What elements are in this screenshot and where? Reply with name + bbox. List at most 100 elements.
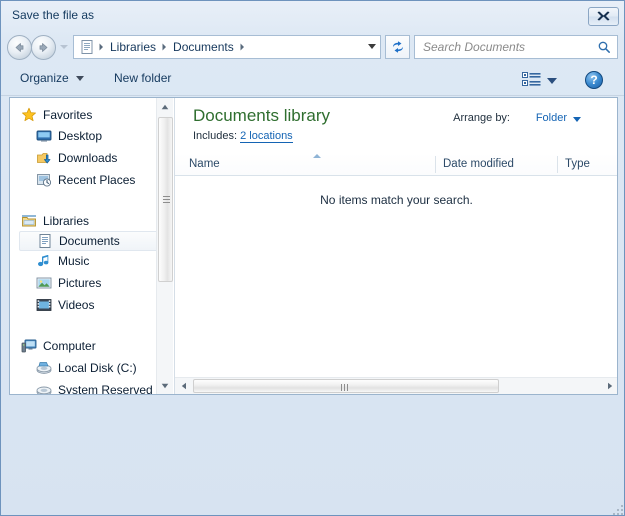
resize-grip[interactable] [611, 503, 623, 515]
caret-up-icon [161, 104, 169, 109]
sidebar-item-label: Pictures [58, 276, 102, 290]
sidebar-group-label: Computer [43, 339, 96, 353]
sidebar-item-label: Recent Places [58, 173, 136, 187]
sort-ascending-icon [313, 154, 321, 158]
libraries-icon [22, 215, 36, 227]
harddisk-icon [36, 386, 52, 394]
breadcrumb-separator [158, 43, 171, 51]
change-view-icon[interactable] [522, 72, 541, 88]
scrollbar-thumb[interactable] [193, 379, 499, 393]
desktop-icon [36, 130, 52, 142]
sidebar-item-pictures[interactable]: Pictures [36, 275, 101, 291]
column-header-type[interactable]: Type [565, 158, 590, 170]
scrollbar-grip-icon [163, 196, 170, 203]
chevron-right-icon [99, 43, 103, 51]
arrange-by-label: Arrange by: [453, 112, 510, 124]
back-arrow-icon [15, 43, 24, 52]
sidebar-item-label: Music [58, 254, 90, 268]
window-title: Save the file as [12, 8, 95, 22]
help-button[interactable]: ? [585, 71, 603, 89]
scroll-down-button[interactable] [157, 377, 173, 394]
scroll-left-button[interactable] [175, 378, 192, 394]
breadcrumb-item-libraries[interactable]: Libraries [108, 40, 158, 54]
sidebar-item-music[interactable]: Music [36, 253, 89, 269]
breadcrumb-item-documents[interactable]: Documents [171, 40, 236, 54]
sidebar-item-downloads[interactable]: Downloads [36, 150, 117, 166]
back-button[interactable] [7, 35, 32, 60]
sidebar-item-videos[interactable]: Videos [36, 297, 94, 313]
library-title: Documents library [193, 106, 330, 125]
search-input-placeholder: Search Documents [423, 40, 526, 54]
arrange-by-chevron-down-icon[interactable] [573, 117, 581, 122]
harddisk-icon [36, 362, 52, 374]
computer-icon [21, 339, 37, 353]
new-folder-button[interactable]: New folder [114, 71, 171, 85]
arrange-by-value[interactable]: Folder [536, 112, 567, 124]
locations-link[interactable]: 2 locations [240, 130, 293, 143]
sidebar-item-label: Documents [59, 234, 120, 248]
empty-list-message: No items match your search. [320, 193, 473, 207]
view-options-chevron-down-icon[interactable] [547, 78, 557, 84]
recent-locations-chevron-down-icon[interactable] [60, 45, 68, 49]
sidebar-group-libraries[interactable]: Libraries [21, 213, 89, 229]
file-list-pane: Documents library Includes: 2 locations … [174, 98, 617, 394]
sidebar-item-label: Desktop [58, 129, 103, 143]
breadcrumb[interactable]: Libraries Documents [73, 35, 381, 59]
pictures-icon [36, 277, 52, 289]
scroll-right-button[interactable] [601, 378, 617, 394]
save-file-dialog: Save the file as Libraries Documents Sea… [0, 0, 625, 516]
form-area: File name: *.xps Save as type: XPS Docum… [1, 399, 624, 515]
sidebar-item-documents[interactable]: Documents [19, 231, 165, 251]
address-bar-row: Libraries Documents Search Documents [1, 32, 624, 63]
includes-label: Includes: [193, 130, 238, 142]
star-icon [22, 107, 36, 122]
column-divider[interactable] [435, 156, 436, 173]
content-area: Favorites Desktop Downloads Recent Place… [9, 97, 618, 395]
sidebar-item-label: Local Disk (C:) [58, 361, 137, 375]
sidebar-item-recent-places[interactable]: Recent Places [36, 172, 135, 188]
search-input[interactable]: Search Documents [414, 35, 618, 59]
sidebar-item-system-reserved[interactable]: System Reserved [36, 382, 153, 394]
close-icon [597, 11, 610, 21]
sidebar-item-desktop[interactable]: Desktop [36, 128, 102, 144]
sidebar-group-favorites[interactable]: Favorites [21, 107, 92, 123]
document-icon [81, 40, 93, 54]
command-toolbar: Organize New folder ? [1, 64, 624, 96]
column-header-row: Name Date modified Type [175, 153, 617, 176]
music-icon [38, 255, 49, 267]
organize-button[interactable]: Organize [20, 71, 84, 85]
breadcrumb-chevron-down-icon[interactable] [368, 44, 376, 49]
sidebar-item-label: Downloads [58, 151, 118, 165]
library-includes: Includes: 2 locations [193, 130, 293, 143]
scrollbar-thumb[interactable] [158, 117, 173, 282]
refresh-button[interactable] [385, 35, 410, 59]
breadcrumb-separator [236, 43, 249, 51]
search-icon [598, 41, 610, 53]
close-button[interactable] [588, 7, 619, 26]
sidebar-group-computer[interactable]: Computer [21, 338, 96, 354]
file-list-horizontal-scrollbar[interactable] [175, 377, 617, 394]
recent-places-icon [37, 174, 52, 187]
column-header-name[interactable]: Name [189, 158, 220, 170]
sidebar-item-label: System Reserved [58, 383, 153, 394]
navigation-pane: Favorites Desktop Downloads Recent Place… [10, 98, 173, 394]
forward-button[interactable] [31, 35, 56, 60]
sidebar-group-label: Favorites [43, 108, 93, 122]
title-bar: Save the file as [1, 1, 624, 31]
videos-icon [36, 299, 52, 311]
sidebar-item-local-disk-c[interactable]: Local Disk (C:) [36, 360, 137, 376]
chevron-down-icon [75, 75, 84, 81]
sidebar-item-label: Videos [58, 298, 95, 312]
caret-left-icon [181, 382, 186, 390]
sidebar-scrollbar[interactable] [156, 98, 173, 394]
downloads-icon [37, 153, 51, 164]
column-divider[interactable] [557, 156, 558, 173]
caret-right-icon [607, 382, 612, 390]
scroll-up-button[interactable] [157, 98, 173, 115]
chevron-right-icon [240, 43, 244, 51]
column-header-date-modified[interactable]: Date modified [443, 158, 514, 170]
refresh-icon [392, 41, 403, 53]
document-icon [39, 234, 51, 248]
scrollbar-grip-icon [341, 384, 350, 391]
chevron-right-icon [162, 43, 167, 51]
